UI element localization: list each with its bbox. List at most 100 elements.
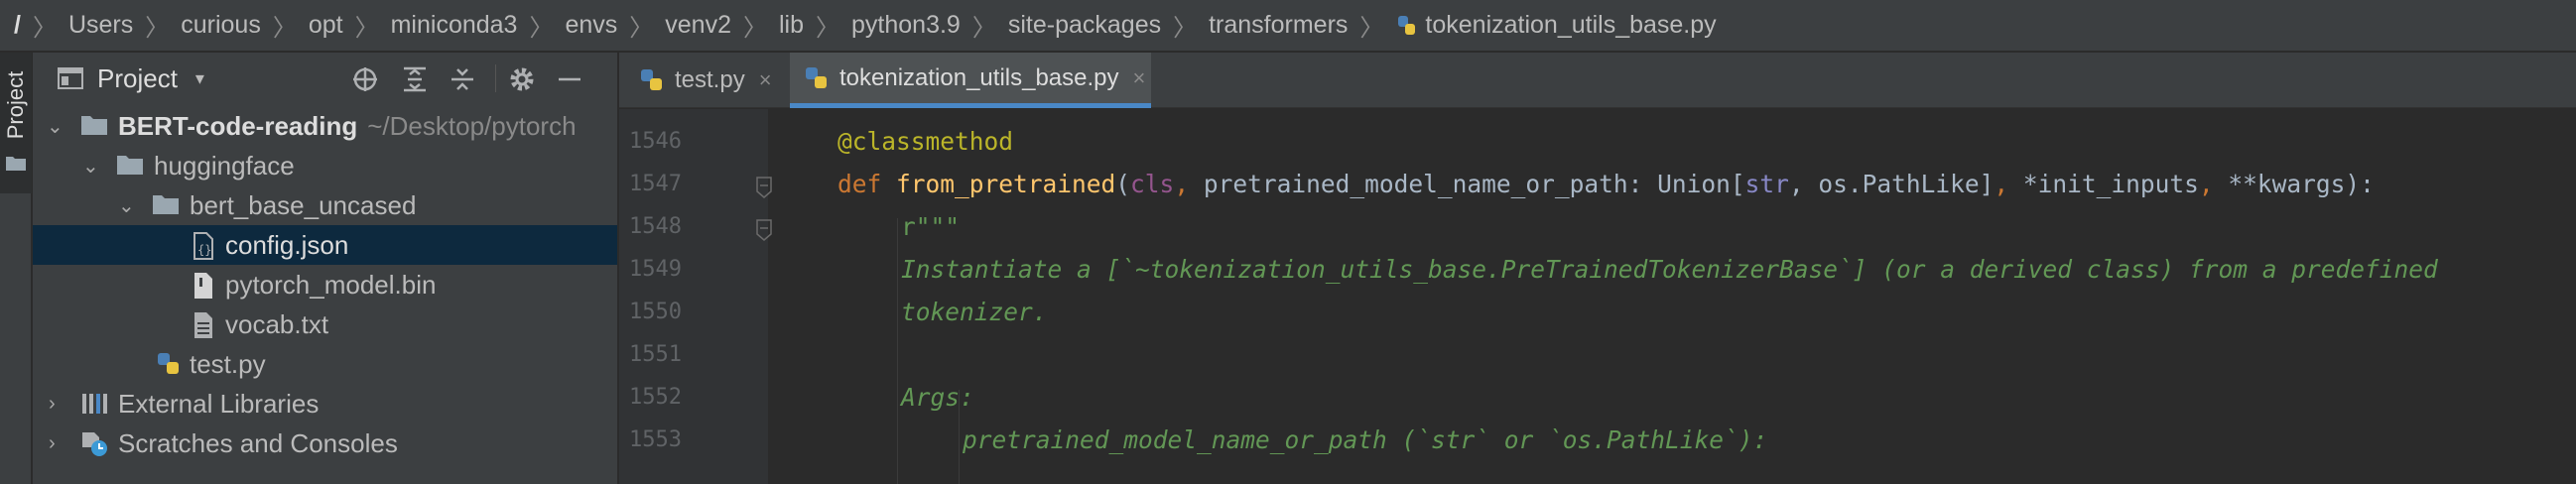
project-stripe-label: Project xyxy=(3,70,28,140)
project-panel-header: Project ▾ xyxy=(33,53,617,104)
python-file-icon xyxy=(1398,15,1416,35)
breadcrumb-item-python39[interactable]: python3.9 xyxy=(851,11,961,40)
breadcrumb-item-miniconda3[interactable]: miniconda3 xyxy=(391,11,518,40)
code-token: ( xyxy=(1115,170,1131,198)
code-token-builtin: str xyxy=(1744,170,1789,198)
breadcrumb-item-opt[interactable]: opt xyxy=(309,11,343,40)
breadcrumb-item-site-packages[interactable]: site-packages xyxy=(1008,11,1161,40)
tree-item-huggingface[interactable]: ⌄ huggingface xyxy=(33,146,617,185)
line-number-gutter[interactable]: 1546 1547 1548 1549 1550 1551 1552 1553 xyxy=(619,109,772,484)
breadcrumb-separator: 〉 xyxy=(1173,15,1198,42)
line-number: 1551 xyxy=(629,342,682,367)
python-file-icon xyxy=(806,66,827,88)
svg-text:{}: {} xyxy=(197,243,211,257)
breadcrumb-item-lib[interactable]: lib xyxy=(779,11,804,40)
code-token-cls: cls xyxy=(1130,170,1175,198)
libraries-icon xyxy=(82,394,107,414)
breadcrumb-separator: 〉 xyxy=(354,15,379,42)
chevron-right-icon[interactable]: › xyxy=(49,432,56,455)
hide-panel-button[interactable] xyxy=(555,64,584,94)
breadcrumb-separator: 〉 xyxy=(1359,15,1384,42)
breadcrumb-item-users[interactable]: Users xyxy=(68,11,133,40)
tab-tokenization-utils-base[interactable]: tokenization_utils_base.py × xyxy=(790,53,1151,108)
code-line-1552: Args: xyxy=(901,383,974,412)
project-panel-title[interactable]: Project xyxy=(97,63,178,94)
tree-item-label: bert_base_uncased xyxy=(190,189,417,220)
tree-item-path-hint: ~/Desktop/pytorch xyxy=(367,110,577,141)
line-number: 1549 xyxy=(629,257,682,282)
code-token: , xyxy=(1994,170,2023,198)
code-token: **kwargs): xyxy=(2228,170,2375,198)
tree-item-test-py[interactable]: test.py xyxy=(33,344,617,384)
code-token: pretrained_model_name_or_path: Union[ xyxy=(1203,170,1745,198)
chevron-down-icon[interactable]: ⌄ xyxy=(47,114,64,139)
tree-item-label: BERT-code-reading xyxy=(118,110,358,141)
tree-item-label: huggingface xyxy=(154,150,295,181)
folder-icon xyxy=(6,157,26,171)
tree-item-bert-code-reading[interactable]: ⌄ BERT-code-reading ~/Desktop/pytorch xyxy=(33,106,617,146)
close-icon[interactable]: × xyxy=(759,67,772,93)
tab-label: test.py xyxy=(675,66,745,93)
fold-marker-icon[interactable] xyxy=(755,177,773,198)
indent-guide xyxy=(897,218,898,484)
tree-item-label: vocab.txt xyxy=(225,308,329,339)
tree-item-label: pytorch_model.bin xyxy=(225,269,437,300)
project-view-icon xyxy=(58,67,83,89)
code-line-1547: def from_pretrained(cls, pretrained_mode… xyxy=(837,170,2375,198)
scratches-icon xyxy=(82,432,107,456)
code-editor[interactable]: 1546 1547 1548 1549 1550 1551 1552 1553 … xyxy=(619,109,2576,484)
breadcrumb-root[interactable]: / xyxy=(14,11,21,40)
tree-item-label: config.json xyxy=(225,229,349,260)
fold-marker-icon[interactable] xyxy=(755,219,773,241)
code-token: *init_inputs xyxy=(2022,170,2199,198)
code-token: , xyxy=(1174,170,1204,198)
expand-all-button[interactable] xyxy=(400,64,430,94)
crosshair-icon xyxy=(353,67,377,91)
folder-icon xyxy=(117,156,143,175)
breadcrumb: / 〉 Users 〉 curious 〉 opt 〉 miniconda3 〉… xyxy=(0,0,2576,52)
breadcrumb-separator: 〉 xyxy=(743,15,767,42)
breadcrumb-separator: 〉 xyxy=(971,15,996,42)
project-tool-window-button[interactable]: Project xyxy=(0,53,32,193)
breadcrumb-separator: 〉 xyxy=(145,15,170,42)
keyword-def: def xyxy=(837,170,897,198)
settings-button[interactable] xyxy=(507,64,537,94)
tree-item-pytorch-model-bin[interactable]: pytorch_model.bin xyxy=(33,265,617,304)
chevron-down-icon[interactable]: ▾ xyxy=(195,68,204,89)
breadcrumb-separator: 〉 xyxy=(629,15,654,42)
code-line-1548: r""" xyxy=(901,212,961,241)
header-divider xyxy=(495,64,496,92)
tree-item-vocab-txt[interactable]: vocab.txt xyxy=(33,304,617,344)
breadcrumb-item-curious[interactable]: curious xyxy=(181,11,261,40)
code-line-1546: @classmethod xyxy=(837,127,1014,156)
code-line-1549: Instantiate a [`~tokenization_utils_base… xyxy=(901,255,2438,284)
tree-item-scratches-and-consoles[interactable]: › Scratches and Consoles xyxy=(33,424,617,463)
tab-test-py[interactable]: test.py × xyxy=(639,53,786,108)
tree-item-external-libraries[interactable]: › External Libraries xyxy=(33,384,617,424)
breadcrumb-item-venv2[interactable]: venv2 xyxy=(665,11,731,40)
code-token: , os.PathLike] xyxy=(1788,170,1995,198)
close-icon[interactable]: × xyxy=(1133,65,1146,91)
tree-item-bert-base-uncased[interactable]: ⌄ bert_base_uncased xyxy=(33,185,617,225)
tree-item-config-json[interactable]: {} config.json xyxy=(33,225,617,265)
chevron-right-icon[interactable]: › xyxy=(49,393,56,416)
breadcrumb-item-envs[interactable]: envs xyxy=(565,11,617,40)
breadcrumb-item-transformers[interactable]: transformers xyxy=(1209,11,1348,40)
locate-file-button[interactable] xyxy=(350,64,380,94)
project-panel: Project ▾ ⌄ BERT-code-reading ~/Desktop/… xyxy=(33,53,618,484)
tab-label: tokenization_utils_base.py xyxy=(839,63,1119,91)
chevron-down-icon[interactable]: ⌄ xyxy=(118,193,135,218)
collapse-all-button[interactable] xyxy=(448,64,477,94)
line-number: 1546 xyxy=(629,129,682,154)
folder-icon xyxy=(81,116,107,135)
editor-tabs: test.py × tokenization_utils_base.py × xyxy=(619,53,2576,108)
code-line-1553: pretrained_model_name_or_path (`str` or … xyxy=(963,425,1768,454)
breadcrumb-item-file[interactable]: tokenization_utils_base.py xyxy=(1395,11,1717,40)
collapse-all-icon xyxy=(451,68,473,90)
gear-icon xyxy=(510,67,534,91)
function-name: from_pretrained xyxy=(896,170,1116,198)
binary-file-icon xyxy=(194,273,212,299)
python-file-icon xyxy=(641,69,662,90)
chevron-down-icon[interactable]: ⌄ xyxy=(82,154,99,179)
breadcrumb-separator: 〉 xyxy=(529,15,554,42)
